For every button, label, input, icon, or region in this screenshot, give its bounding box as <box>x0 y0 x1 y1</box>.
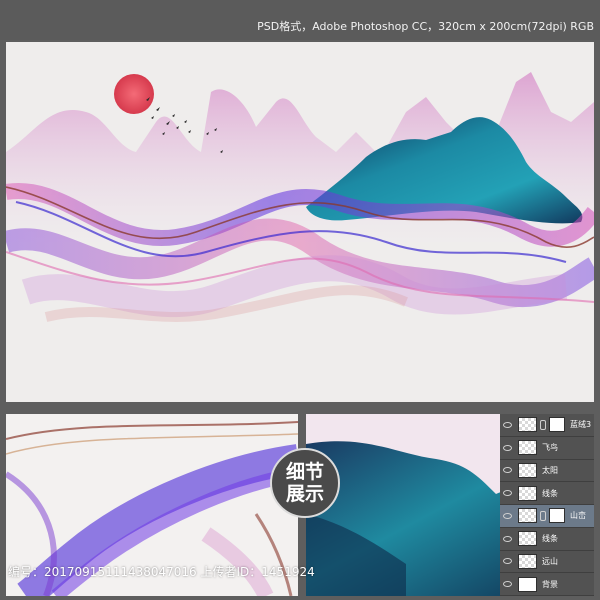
layer-row[interactable]: 线条 <box>500 482 594 505</box>
badge-line2: 展示 <box>285 483 324 505</box>
main-artwork <box>6 42 594 402</box>
layer-name: 蓝绒3 <box>570 420 592 430</box>
eye-icon[interactable] <box>500 505 514 527</box>
layer-row[interactable]: 线条 <box>500 528 594 551</box>
layer-name: 太阳 <box>542 465 558 475</box>
eye-icon[interactable] <box>500 437 514 459</box>
layer-thumbnail <box>518 485 537 501</box>
layer-thumbnail <box>518 508 537 524</box>
layer-name: 线条 <box>542 534 558 544</box>
eye-icon[interactable] <box>500 414 514 436</box>
eye-icon[interactable] <box>500 551 514 573</box>
link-icon <box>540 510 546 521</box>
layer-name: 山峦 <box>570 511 586 521</box>
link-icon <box>540 419 546 430</box>
file-info-text: PSD格式，Adobe Photoshop CC，320cm x 200cm(7… <box>257 20 594 33</box>
layer-thumbnail <box>518 576 537 592</box>
layer-mask-thumbnail <box>549 508 565 524</box>
footer-id-text: 编号：20170915111438047016 上传者ID：1451924 <box>8 565 315 579</box>
sun <box>114 74 154 114</box>
layer-name: 飞鸟 <box>542 443 558 453</box>
layer-row[interactable]: 飞鸟 <box>500 437 594 460</box>
eye-icon[interactable] <box>500 528 514 550</box>
badge-line1: 细节 <box>285 461 324 483</box>
eye-icon[interactable] <box>500 460 514 482</box>
layer-row[interactable]: 远山 <box>500 551 594 574</box>
layer-thumbnail <box>518 417 537 433</box>
artwork-canvas <box>6 72 594 322</box>
eye-icon[interactable] <box>500 482 514 504</box>
layer-thumbnail <box>518 462 537 478</box>
layer-name: 背景 <box>542 579 558 589</box>
layer-row[interactable]: 太阳 <box>500 460 594 483</box>
layer-thumbnail <box>518 553 537 569</box>
layer-mask-thumbnail <box>549 417 565 433</box>
layers-panel: 蓝绒3 飞鸟 太阳 线条 山峦 线条 远山 背景 <box>500 414 594 596</box>
layer-row[interactable]: 背景 <box>500 573 594 596</box>
layer-row[interactable]: 蓝绒3 <box>500 414 594 437</box>
layer-thumbnail <box>518 531 537 547</box>
layer-name: 远山 <box>542 556 558 566</box>
eye-icon[interactable] <box>500 573 514 595</box>
top-info-bar: PSD格式，Adobe Photoshop CC，320cm x 200cm(7… <box>0 0 600 40</box>
layer-row-active[interactable]: 山峦 <box>500 505 594 528</box>
detail-badge: 细节 展示 <box>270 448 340 518</box>
layer-thumbnail <box>518 440 537 456</box>
layer-name: 线条 <box>542 488 558 498</box>
